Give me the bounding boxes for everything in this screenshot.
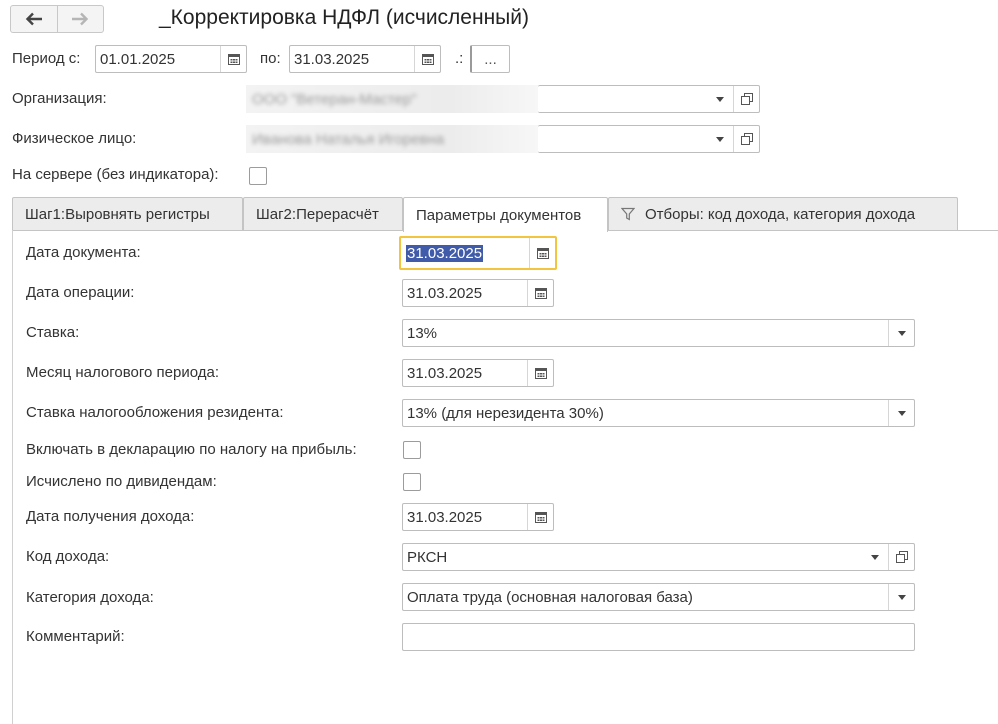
organization-label: Организация: — [12, 90, 107, 107]
filter-icon — [621, 207, 635, 221]
calendar-button[interactable] — [529, 238, 555, 268]
calendar-button[interactable] — [527, 360, 553, 386]
period-more-label: ... — [484, 50, 497, 68]
rate-dropdown-button[interactable] — [888, 320, 914, 346]
calendar-icon — [421, 54, 434, 65]
doc-date-label: Дата документа: — [26, 244, 141, 261]
op-date-value: 31.03.2025 — [407, 284, 483, 302]
arrow-left-icon — [25, 12, 42, 26]
calendar-button[interactable] — [220, 46, 246, 72]
doc-date-field[interactable]: 31.03.2025 — [399, 236, 557, 270]
organization-field[interactable]: ООО "Ветеран-Мастер" — [246, 85, 538, 113]
organization-open-button[interactable] — [733, 86, 759, 112]
period-from-field[interactable]: 01.01.2025 — [95, 45, 247, 73]
organization-field-buttons — [538, 85, 760, 113]
resident-rate-label: Ставка налогообложения резидента: — [26, 404, 284, 421]
chevron-down-icon — [897, 594, 906, 600]
calendar-button[interactable] — [527, 504, 553, 530]
calendar-icon — [534, 512, 547, 523]
tab-step2[interactable]: Шаг2:Перерасчёт — [243, 197, 403, 230]
window-title: _Корректировка НДФЛ (исчисленный) — [159, 6, 529, 29]
income-code-field[interactable]: РКСН — [402, 543, 915, 571]
comment-input[interactable] — [402, 623, 915, 651]
open-form-icon — [895, 551, 908, 563]
income-cat-value: Оплата труда (основная налоговая база) — [407, 588, 693, 606]
op-date-field[interactable]: 31.03.2025 — [402, 279, 554, 307]
server-label: На сервере (без индикатора): — [12, 166, 219, 183]
person-field-buttons — [538, 125, 760, 153]
period-separator: .: — [455, 50, 464, 67]
calendar-button[interactable] — [527, 280, 553, 306]
calendar-button[interactable] — [414, 46, 440, 72]
open-form-icon — [740, 93, 753, 105]
period-from-value: 01.01.2025 — [100, 50, 176, 68]
tab-document-params-label: Параметры документов — [416, 206, 582, 224]
income-date-label: Дата получения дохода: — [26, 508, 195, 525]
rate-value: 13% — [407, 324, 438, 342]
include-decl-checkbox[interactable] — [403, 441, 421, 459]
resident-rate-value: 13% (для нерезидента 30%) — [407, 404, 604, 422]
person-field[interactable]: Иванова Наталья Игоревна — [246, 125, 538, 153]
tab-step1[interactable]: Шаг1:Выровнять регистры — [12, 197, 243, 230]
back-button[interactable] — [11, 6, 57, 32]
period-to-value: 31.03.2025 — [294, 50, 370, 68]
calendar-icon — [536, 248, 549, 259]
chevron-down-icon — [716, 136, 724, 142]
chevron-down-icon — [897, 410, 906, 416]
person-value: Иванова Наталья Игоревна — [252, 130, 445, 148]
op-date-label: Дата операции: — [26, 284, 135, 301]
tax-month-field[interactable]: 31.03.2025 — [402, 359, 554, 387]
comment-label: Комментарий: — [26, 628, 125, 645]
tab-step1-label: Шаг1:Выровнять регистры — [25, 205, 210, 223]
person-label: Физическое лицо: — [12, 130, 137, 147]
panel-border — [12, 230, 13, 724]
organization-dropdown-button[interactable] — [707, 86, 733, 112]
person-open-button[interactable] — [733, 126, 759, 152]
period-from-label: Период с: — [12, 50, 81, 67]
person-dropdown-button[interactable] — [707, 126, 733, 152]
calendar-icon — [534, 368, 547, 379]
tab-document-params[interactable]: Параметры документов — [403, 197, 608, 232]
doc-date-value: 31.03.2025 — [406, 244, 484, 262]
income-cat-label: Категория дохода: — [26, 589, 154, 606]
forward-button[interactable] — [56, 6, 104, 32]
organization-value: ООО "Ветеран-Мастер" — [252, 90, 417, 108]
income-code-value: РКСН — [407, 548, 448, 566]
chevron-down-icon — [897, 330, 906, 336]
income-code-dropdown-button[interactable] — [862, 544, 888, 570]
calendar-icon — [534, 288, 547, 299]
dividends-checkbox[interactable] — [403, 473, 421, 491]
nav-buttons — [10, 5, 104, 33]
chevron-down-icon — [716, 96, 724, 102]
tab-filters-label: Отборы: код дохода, категория дохода — [645, 205, 916, 223]
dividends-label: Исчислено по дивидендам: — [26, 473, 217, 490]
income-date-value: 31.03.2025 — [407, 508, 483, 526]
period-to-field[interactable]: 31.03.2025 — [289, 45, 441, 73]
resident-rate-dropdown-button[interactable] — [888, 400, 914, 426]
include-decl-label: Включать в декларацию по налогу на прибы… — [26, 441, 357, 458]
tax-month-label: Месяц налогового периода: — [26, 364, 220, 381]
rate-label: Ставка: — [26, 324, 80, 341]
income-code-label: Код дохода: — [26, 548, 110, 565]
chevron-down-icon — [871, 554, 879, 560]
income-cat-dropdown-button[interactable] — [888, 584, 914, 610]
open-form-icon — [740, 133, 753, 145]
income-date-field[interactable]: 31.03.2025 — [402, 503, 554, 531]
tax-month-value: 31.03.2025 — [407, 364, 483, 382]
rate-select[interactable]: 13% — [402, 319, 915, 347]
period-to-label: по: — [260, 50, 281, 67]
tab-filters[interactable]: Отборы: код дохода, категория дохода — [608, 197, 958, 230]
income-code-open-button[interactable] — [888, 544, 914, 570]
calendar-icon — [227, 54, 240, 65]
resident-rate-select[interactable]: 13% (для нерезидента 30%) — [402, 399, 915, 427]
income-cat-select[interactable]: Оплата труда (основная налоговая база) — [402, 583, 915, 611]
arrow-right-icon — [72, 12, 89, 26]
period-choose-button[interactable]: ... — [470, 45, 510, 73]
server-checkbox[interactable] — [249, 167, 267, 185]
tab-step2-label: Шаг2:Перерасчёт — [256, 205, 379, 223]
